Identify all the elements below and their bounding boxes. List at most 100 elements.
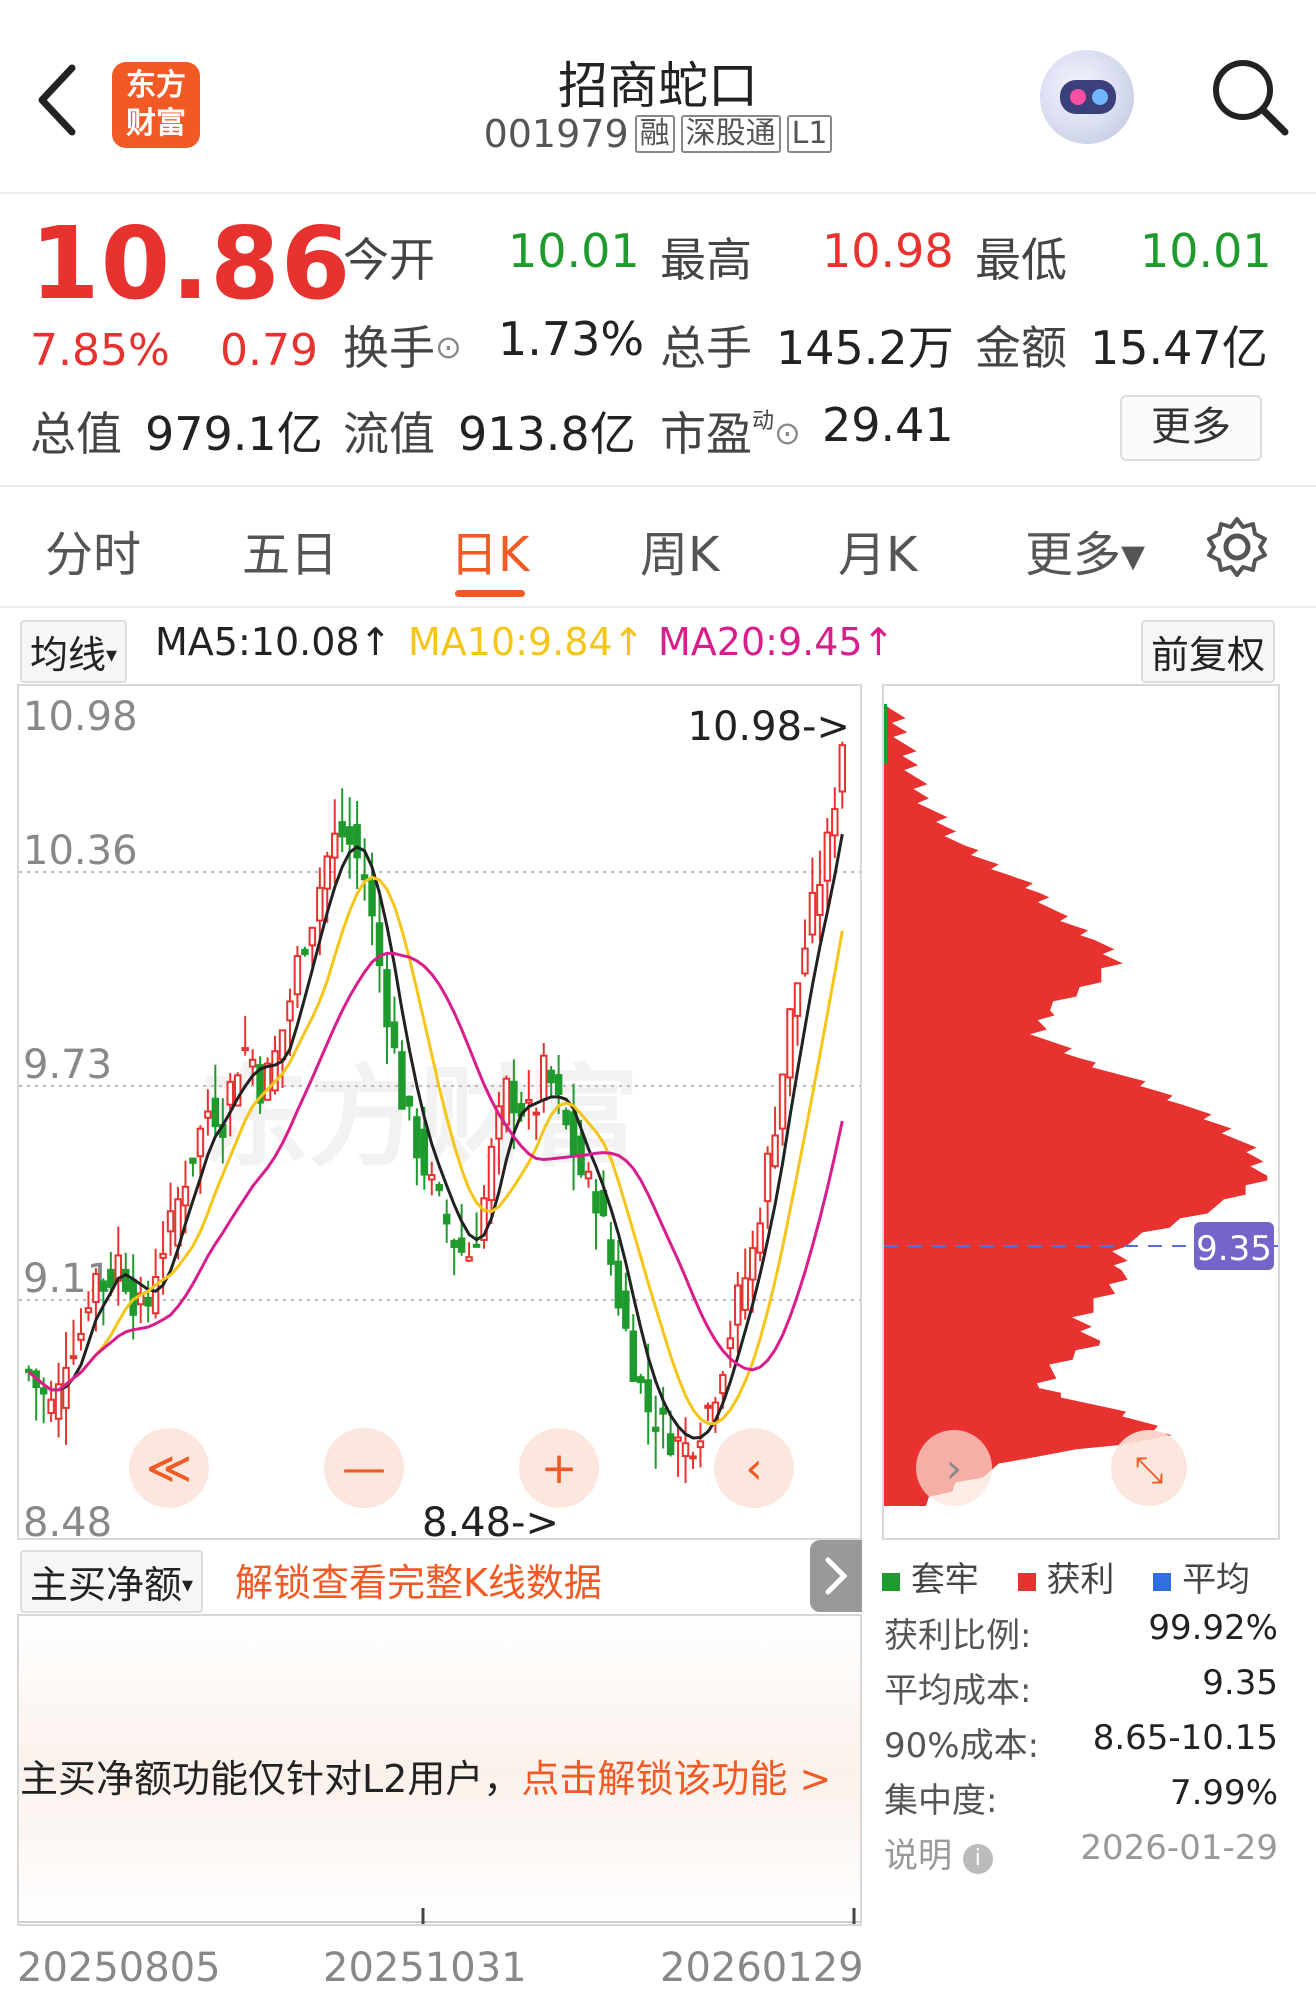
chip-90-cost-label: 90%成本: [884, 1726, 1040, 1766]
candle-body [778, 1073, 787, 1130]
tab-daily-k[interactable]: 日K [450, 515, 529, 585]
candle-body [592, 1191, 600, 1214]
tab-weekly-k[interactable]: 周K [640, 515, 719, 585]
tab-more[interactable]: 更多▾ [1025, 515, 1145, 585]
turnover-label[interactable]: 换手⊙ [343, 312, 462, 378]
active-tab-indicator [455, 590, 525, 597]
candle-body [420, 1128, 429, 1176]
chip-distribution-chart[interactable]: 9.35 › ⤡ [882, 684, 1280, 1540]
indicator-selector-ma[interactable]: 均线▾ [20, 620, 128, 683]
candle-body [472, 1243, 481, 1248]
chip-concentration-value: 7.99% [1169, 1773, 1278, 1813]
legend-locked: 套牢 [882, 1560, 979, 1600]
candle-body [107, 1268, 115, 1288]
divider [0, 485, 1316, 487]
candle-body [704, 1404, 712, 1409]
candle-body [644, 1379, 652, 1413]
search-button[interactable] [1205, 52, 1295, 142]
adjust-mode-button[interactable]: 前复权 [1141, 620, 1276, 683]
chevron-right-icon: › [946, 1446, 962, 1492]
turnover-value: 1.73% [498, 312, 645, 366]
candle-body [674, 1436, 682, 1442]
candle-body [248, 1058, 257, 1068]
candle-body [286, 1000, 294, 1022]
float-value: 913.8亿 [458, 407, 636, 461]
candle-body [316, 886, 324, 922]
kline-chart[interactable]: 东方财富 10.98 10.36 9.73 9.11 8.48 10.98-> 8.48-> ≪… [17, 684, 862, 1540]
candle-body [428, 1174, 436, 1181]
current-price: 10.86 [30, 205, 352, 322]
mktcap-value: 979.1亿 [145, 407, 323, 461]
scroll-left-fast-button-label: ≪ [146, 1443, 192, 1494]
candle-body [47, 1398, 55, 1415]
candle-body [413, 1116, 421, 1159]
info-circle-icon: ⊙ [774, 414, 801, 452]
candle-body [241, 1047, 249, 1052]
candle-body [748, 1247, 757, 1281]
tab-five-day[interactable]: 五日 [242, 515, 338, 585]
expand-panel-button[interactable] [810, 1540, 862, 1612]
candle-body [457, 1237, 466, 1253]
candle-body [435, 1184, 443, 1192]
candle-body [442, 1213, 451, 1225]
pe-label[interactable]: 市盈动⊙ [660, 398, 801, 464]
chart-settings-button[interactable] [1205, 515, 1269, 579]
indicator-selector-netbuy[interactable]: 主买净额▾ [20, 1550, 204, 1613]
y-tick-label: 9.73 [23, 1042, 112, 1088]
candle-body [196, 1127, 205, 1158]
low-value: 10.01 [1140, 224, 1272, 278]
tag-connect: 深股通 [680, 115, 781, 153]
tag-level: L1 [786, 115, 833, 153]
unlock-feature-link[interactable]: 点击解锁该功能 > [521, 1757, 831, 1801]
legend-average: 平均 [1153, 1560, 1250, 1600]
candle-body [398, 1051, 406, 1110]
chip-90-cost-value: 8.65-10.15 [1092, 1718, 1278, 1758]
expand-icon: ⤡ [1135, 1450, 1164, 1491]
candle-body [763, 1152, 772, 1203]
candle-body [756, 1222, 764, 1254]
more-quote-button[interactable]: 更多 [1120, 395, 1262, 461]
divider [0, 606, 1316, 608]
candle-body [726, 1337, 735, 1350]
chevron-right-icon [825, 1557, 848, 1595]
candle-body [607, 1239, 615, 1265]
tab-intraday[interactable]: 分时 [45, 515, 141, 585]
candle-body [345, 826, 354, 845]
candle-body [77, 1332, 85, 1341]
candle-body [383, 969, 391, 1028]
open-label: 今开 [343, 233, 435, 287]
candle-body [211, 1097, 220, 1128]
candle-body [801, 947, 809, 975]
candle-body [562, 1109, 570, 1126]
tab-monthly-k[interactable]: 月K [838, 515, 917, 585]
candle-body [166, 1210, 175, 1233]
unlock-kline-link[interactable]: 解锁查看完整K线数据 [235, 1552, 602, 1607]
chip-legend: 套牢 获利 平均 [882, 1552, 1250, 1601]
candle-body [637, 1376, 645, 1384]
pe-value: 29.41 [822, 398, 954, 452]
amount-label: 金额 [975, 321, 1067, 375]
candle-body [39, 1387, 48, 1395]
candle-body [622, 1290, 630, 1329]
x-tick-start: 20250805 [17, 1945, 221, 1991]
y-tick-label: 10.36 [23, 828, 138, 874]
candle-body [278, 1029, 287, 1061]
avg-cost-label: 9.35 [1196, 1229, 1272, 1269]
chip-canvas: 9.35 › ⤡ [884, 704, 1278, 1506]
amount-value: 15.47亿 [1090, 321, 1268, 375]
chip-note-link[interactable]: 说明 i [884, 1828, 993, 1877]
robot-assistant-icon[interactable] [1040, 50, 1134, 144]
candle-body [502, 1077, 511, 1126]
zoom-in-button-label: + [541, 1443, 578, 1494]
l2-only-message: 主买净额功能仅针对L2用户，点击解锁该功能 > [20, 1757, 832, 1801]
candle-body [823, 831, 832, 882]
candle-body [450, 1239, 458, 1248]
min-price-marker: 8.48-> [422, 1500, 559, 1538]
candle-body [569, 1111, 578, 1157]
high-value: 10.98 [822, 224, 954, 278]
candle-body [547, 1069, 555, 1084]
candle-body [651, 1426, 660, 1432]
candle-body [465, 1256, 473, 1262]
candle-body [487, 1145, 496, 1202]
chip-profit-area [884, 704, 1268, 1506]
